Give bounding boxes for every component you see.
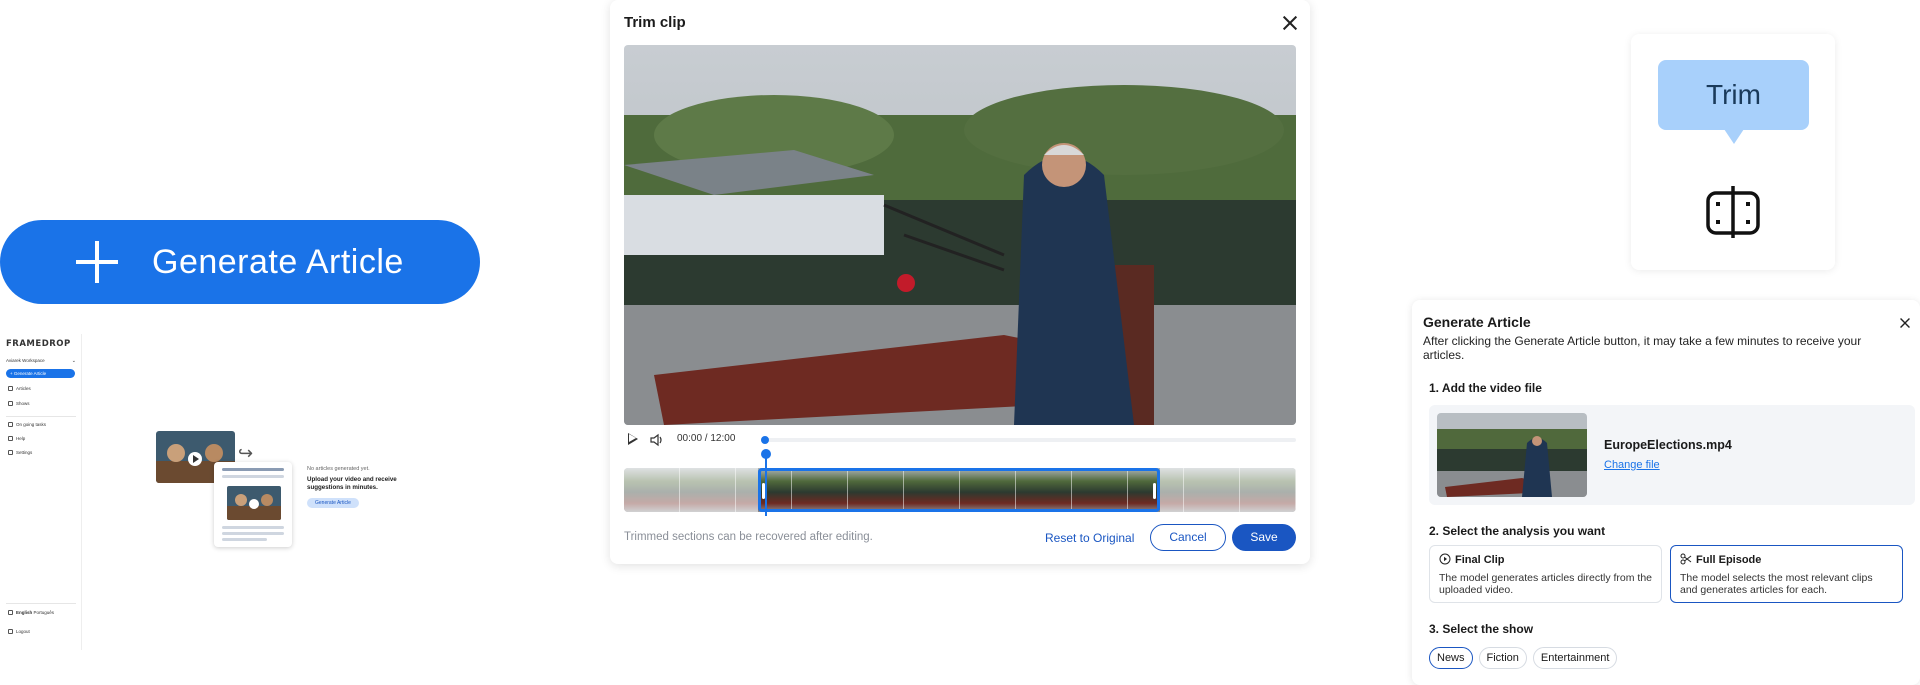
trim-handle-right[interactable]: [1153, 483, 1156, 499]
placeholder-bar: [222, 538, 267, 541]
gear-icon: [8, 450, 13, 456]
placeholder-bar: [222, 526, 284, 529]
reset-to-original-button[interactable]: Reset to Original: [1045, 531, 1134, 545]
sidebar-item-label: Settings: [16, 450, 33, 455]
empty-state-image: [227, 486, 281, 520]
timeline-playhead[interactable]: [761, 449, 771, 516]
show-chips: News Fiction Entertainment: [1429, 647, 1618, 669]
timeline-strip[interactable]: [624, 468, 1296, 512]
logout-icon: [8, 629, 13, 635]
option-title: Final Clip: [1455, 554, 1505, 566]
tasks-icon: [8, 422, 13, 428]
trim-hint: Trimmed sections can be recovered after …: [624, 531, 873, 543]
close-icon[interactable]: [1899, 317, 1912, 330]
placeholder-bar: [222, 532, 284, 535]
play-icon[interactable]: [628, 433, 638, 445]
sidebar-divider: [6, 416, 76, 417]
generate-article-button-large[interactable]: Generate Article: [0, 220, 480, 304]
current-time: 00:00: [677, 433, 703, 444]
placeholder-bar: [222, 475, 284, 478]
chip-news[interactable]: News: [1429, 647, 1473, 669]
progress-handle[interactable]: [761, 436, 769, 444]
sidebar-item-label: Help: [16, 436, 26, 441]
player-controls: 00:00 / 12:00: [624, 431, 1296, 449]
option-description: The model selects the most relevant clip…: [1680, 572, 1873, 596]
sidebar-divider: [6, 603, 76, 604]
sidebar-item-label: Shows: [16, 401, 30, 406]
generate-article-panel: Generate Article After clicking the Gene…: [1412, 300, 1920, 685]
empty-state-card: [214, 462, 292, 547]
chevron-down-icon: ⌄: [71, 358, 76, 364]
uploaded-file: EuropeElections.mp4 Change file: [1429, 405, 1915, 505]
help-icon: [8, 436, 13, 442]
file-name: EuropeElections.mp4: [1604, 438, 1732, 452]
sidebar-generate-button[interactable]: + Generate Article: [6, 369, 75, 378]
generate-article-label: Generate Article: [152, 242, 404, 281]
panel-description: After clicking the Generate Article butt…: [1423, 334, 1862, 362]
translate-icon: [8, 610, 13, 616]
trim-selection[interactable]: [758, 468, 1160, 512]
sidebar-item-shows[interactable]: Shows: [8, 401, 30, 407]
arrow-icon: ↪: [238, 443, 254, 463]
chip-entertainment[interactable]: Entertainment: [1532, 647, 1618, 669]
sidebar-item-label: Articles: [16, 386, 31, 391]
step-3-heading: 3. Select the show: [1429, 622, 1534, 636]
sidebar-generate-label: Generate Article: [13, 371, 47, 376]
sidebar-item-articles[interactable]: Articles: [8, 386, 31, 392]
option-title: Full Episode: [1696, 554, 1762, 566]
play-circle-icon: [1439, 553, 1451, 565]
modal-title: Trim clip: [624, 14, 686, 31]
volume-icon[interactable]: [650, 433, 664, 447]
sidebar-item-ongoing-tasks[interactable]: On going tasks: [8, 422, 47, 428]
panel-title: Generate Article: [1423, 314, 1531, 330]
language-current: English: [16, 610, 33, 615]
close-icon[interactable]: [1281, 14, 1299, 32]
time-readout: 00:00 / 12:00: [677, 433, 736, 444]
trimmed-region-right: [1160, 468, 1296, 512]
video-preview[interactable]: [624, 45, 1296, 425]
cancel-button[interactable]: Cancel: [1150, 524, 1226, 551]
plus-icon: [72, 237, 122, 287]
trim-clip-modal: Trim clip 00:00 / 12:00 Trimmed sections…: [610, 0, 1310, 564]
option-final-clip[interactable]: Final Clip The model generates articles …: [1429, 545, 1662, 603]
trim-tooltip: Trim: [1658, 60, 1809, 144]
empty-state-generate-button[interactable]: Generate Article: [307, 498, 359, 509]
progress-bar[interactable]: [761, 436, 1296, 444]
trim-icon[interactable]: [1705, 184, 1761, 240]
articles-icon: [8, 386, 13, 392]
change-file-link[interactable]: Change file: [1604, 459, 1660, 471]
step-1-heading: 1. Add the video file: [1429, 381, 1542, 395]
brand-logo: FRAMEDROP: [6, 339, 71, 349]
empty-state-title: No articles generated yet.: [307, 466, 370, 472]
empty-state-text: No articles generated yet. Upload your v…: [307, 466, 417, 509]
sidebar-item-help[interactable]: Help: [8, 436, 26, 442]
language-switcher[interactable]: English Português: [8, 610, 55, 616]
mini-app-sidebar: FRAMEDROP Aviarek Workspace ⌄ + Generate…: [0, 334, 82, 650]
placeholder-bar: [222, 468, 284, 471]
total-time: 12:00: [710, 433, 736, 444]
empty-state-subtitle: Upload your video and receive suggestion…: [307, 476, 397, 492]
shows-icon: [8, 401, 13, 407]
logout-label: Logout: [16, 629, 30, 634]
sidebar-item-label: On going tasks: [16, 422, 47, 427]
trimmed-region-left: [624, 468, 758, 512]
workspace-name: Aviarek Workspace: [6, 358, 45, 363]
option-full-episode[interactable]: Full Episode The model selects the most …: [1670, 545, 1903, 603]
sidebar-item-settings[interactable]: Settings: [8, 450, 33, 456]
save-button[interactable]: Save: [1232, 524, 1296, 551]
option-description: The model generates articles directly fr…: [1439, 572, 1653, 596]
step-2-heading: 2. Select the analysis you want: [1429, 524, 1606, 538]
scissors-icon: [1680, 553, 1692, 565]
trim-tooltip-card: Trim: [1631, 34, 1835, 270]
file-thumbnail: [1437, 413, 1587, 497]
language-alt[interactable]: Português: [34, 610, 55, 615]
logout-button[interactable]: Logout: [8, 629, 30, 635]
chip-fiction[interactable]: Fiction: [1478, 647, 1527, 669]
workspace-selector[interactable]: Aviarek Workspace ⌄: [6, 358, 76, 364]
